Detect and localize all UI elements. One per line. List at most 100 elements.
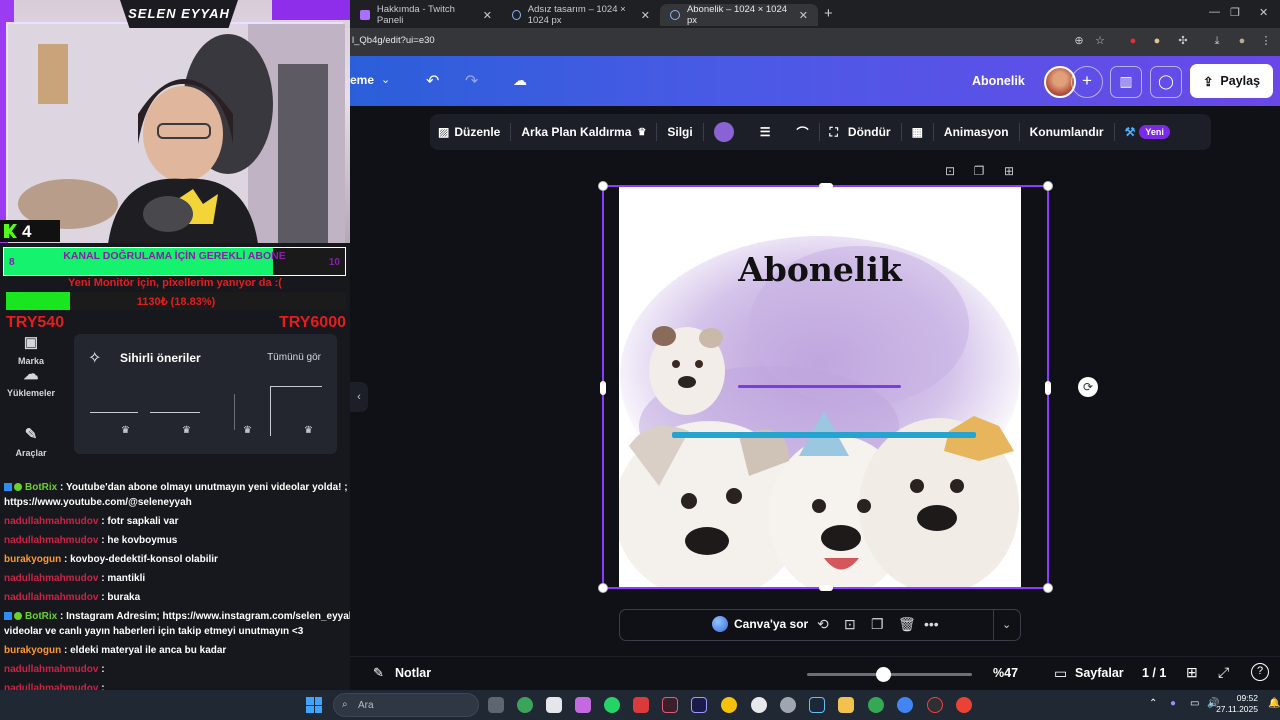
curve-icon[interactable]: ⌒ [796, 124, 808, 141]
duplicate-icon[interactable]: ❐ [972, 164, 986, 178]
profile-avatar-icon[interactable]: ● [1236, 35, 1248, 47]
chrome-icon[interactable] [721, 697, 737, 713]
whatsapp-icon[interactable] [604, 697, 620, 713]
collapse-panel-button[interactable]: ‹ [350, 382, 368, 412]
minimize-button[interactable]: — [1209, 6, 1220, 18]
blue-line-shape[interactable] [672, 432, 976, 438]
app-icon[interactable] [662, 697, 678, 713]
notification-icon[interactable]: 🔔 [1268, 698, 1280, 709]
rotate-button[interactable]: ⛶ Döndür [830, 125, 891, 140]
help-icon[interactable]: ? [1251, 663, 1269, 681]
grid-view-icon[interactable]: ⊞ [1186, 664, 1198, 681]
undo-icon[interactable]: ↶ [426, 71, 439, 91]
nav-brand[interactable]: ▣ Marka [0, 334, 62, 366]
comment-icon[interactable]: ◯ [1150, 66, 1182, 98]
premiere-icon[interactable] [691, 697, 707, 713]
bg-remove-button[interactable]: Arka Plan Kaldırma ♛ [521, 125, 646, 139]
address-bar[interactable]: l_Qb4g/edit?ui=e30 [350, 28, 1280, 56]
extension-icon[interactable]: ● [1151, 35, 1163, 47]
suggestion-thumb-3[interactable] [234, 394, 235, 430]
app-icon[interactable] [546, 697, 562, 713]
cloud-saved-icon[interactable]: ☁ [513, 72, 527, 89]
close-icon[interactable]: ✕ [799, 9, 808, 22]
task-view-icon[interactable] [488, 697, 504, 713]
more-options-icon[interactable]: ••• [924, 616, 939, 632]
insights-chart-icon[interactable]: ▥ [1110, 66, 1142, 98]
bookmark-star-icon[interactable]: ☆ [1094, 35, 1106, 47]
tab-abonelik[interactable]: Abonelik – 1024 × 1024 px ✕ [660, 4, 818, 26]
maximize-button[interactable]: ❐ [1230, 6, 1240, 19]
windows-start-icon[interactable] [306, 697, 322, 713]
download-icon[interactable]: ⤓ [1211, 35, 1223, 47]
design-page[interactable]: Abonelik [619, 186, 1021, 588]
add-page-icon[interactable]: ⊞ [1002, 164, 1016, 178]
document-title[interactable]: Abonelik [972, 74, 1025, 88]
lock-icon[interactable]: ⊡ [844, 616, 856, 633]
extension-icon[interactable]: ● [1127, 35, 1139, 47]
taskbar-search[interactable]: ⌕ Ara [333, 693, 479, 717]
new-tab-button[interactable]: + [824, 5, 833, 22]
lock-icon[interactable]: ⊡ [943, 164, 957, 178]
chevron-down-icon[interactable]: ⌄ [381, 73, 390, 86]
clock[interactable]: 09:52 27.11.2025 [1216, 693, 1258, 715]
suggestion-thumb-1[interactable] [90, 412, 138, 413]
steam-icon[interactable] [809, 697, 825, 713]
close-icon[interactable]: ✕ [641, 9, 650, 22]
redo-icon[interactable]: ↷ [465, 71, 478, 91]
resize-handle-bl[interactable] [598, 583, 608, 593]
app-icon[interactable] [780, 697, 796, 713]
file-explorer-icon[interactable] [838, 697, 854, 713]
color-swatch[interactable] [713, 122, 734, 142]
extensions-puzzle-icon[interactable]: ✣ [1177, 35, 1189, 47]
line-weight-icon[interactable]: ☰ [760, 125, 771, 139]
mic-icon[interactable]: ● [1170, 698, 1176, 709]
edit-button[interactable]: ▨ Düzenle [438, 125, 500, 139]
nav-tools[interactable]: ✎ Araçlar [0, 426, 62, 458]
chevron-down-icon[interactable]: ⌄ [1002, 618, 1011, 631]
tab-untitled-design[interactable]: Adsız tasarım – 1024 × 1024 px ✕ [502, 4, 660, 26]
fullscreen-icon[interactable]: ⤢ [1218, 664, 1229, 681]
add-comment-icon[interactable]: ⟲ [817, 616, 829, 633]
app-icon[interactable] [927, 697, 943, 713]
app-icon[interactable] [575, 697, 591, 713]
ask-canva-button[interactable]: Canva'ya sor [712, 616, 808, 632]
eraser-button[interactable]: Silgi [667, 125, 692, 139]
app-icon[interactable] [517, 697, 533, 713]
chrome-icon[interactable] [868, 697, 884, 713]
resize-handle-br[interactable] [1043, 583, 1053, 593]
see-all-link[interactable]: Tümünü gör [267, 352, 321, 363]
tray-chevron-icon[interactable]: ⌃ [1149, 698, 1157, 709]
network-icon[interactable]: ▭ [1190, 698, 1199, 709]
resize-handle-right[interactable] [1045, 381, 1051, 395]
duplicate-icon[interactable]: ❐ [871, 616, 884, 633]
chrome-icon[interactable] [956, 697, 972, 713]
position-button[interactable]: Konumlandır [1030, 125, 1104, 139]
add-collaborator-button[interactable]: + [1071, 66, 1103, 98]
new-feature-button[interactable]: ⚒ Yeni [1125, 125, 1170, 139]
tab-twitch-panel[interactable]: Hakkımda - Twitch Paneli ✕ [350, 4, 502, 26]
share-button[interactable]: ⇪ Paylaş [1190, 64, 1273, 98]
zoom-slider[interactable] [807, 667, 972, 682]
design-title[interactable]: Abonelik [619, 250, 1021, 289]
url-text[interactable]: l_Qb4g/edit?ui=e30 [352, 35, 435, 46]
suggestion-thumb-2[interactable] [150, 412, 200, 413]
browser-menu-icon[interactable]: ⋮ [1260, 35, 1272, 47]
resize-handle-left[interactable] [600, 381, 606, 395]
notes-button[interactable]: Notlar [395, 666, 431, 680]
animate-button[interactable]: Animasyon [944, 125, 1009, 139]
chrome-icon[interactable] [897, 697, 913, 713]
resize-handle-tl[interactable] [598, 181, 608, 191]
app-icon[interactable] [633, 697, 649, 713]
zoom-icon[interactable]: ⊕ [1073, 35, 1085, 47]
rotate-handle-icon[interactable]: ⟳ [1078, 377, 1098, 397]
window-close-button[interactable]: ✕ [1259, 6, 1268, 19]
pages-button[interactable]: Sayfalar [1075, 666, 1124, 680]
zoom-level[interactable]: %47 [993, 666, 1018, 680]
transparency-icon[interactable]: ▦ [912, 125, 923, 139]
settings-icon[interactable] [751, 697, 767, 713]
close-icon[interactable]: ✕ [483, 9, 492, 22]
resize-handle-tr[interactable] [1043, 181, 1053, 191]
file-menu[interactable]: eme [350, 73, 374, 87]
selected-line-shape[interactable] [738, 385, 901, 388]
zoom-slider-knob[interactable] [876, 667, 892, 682]
